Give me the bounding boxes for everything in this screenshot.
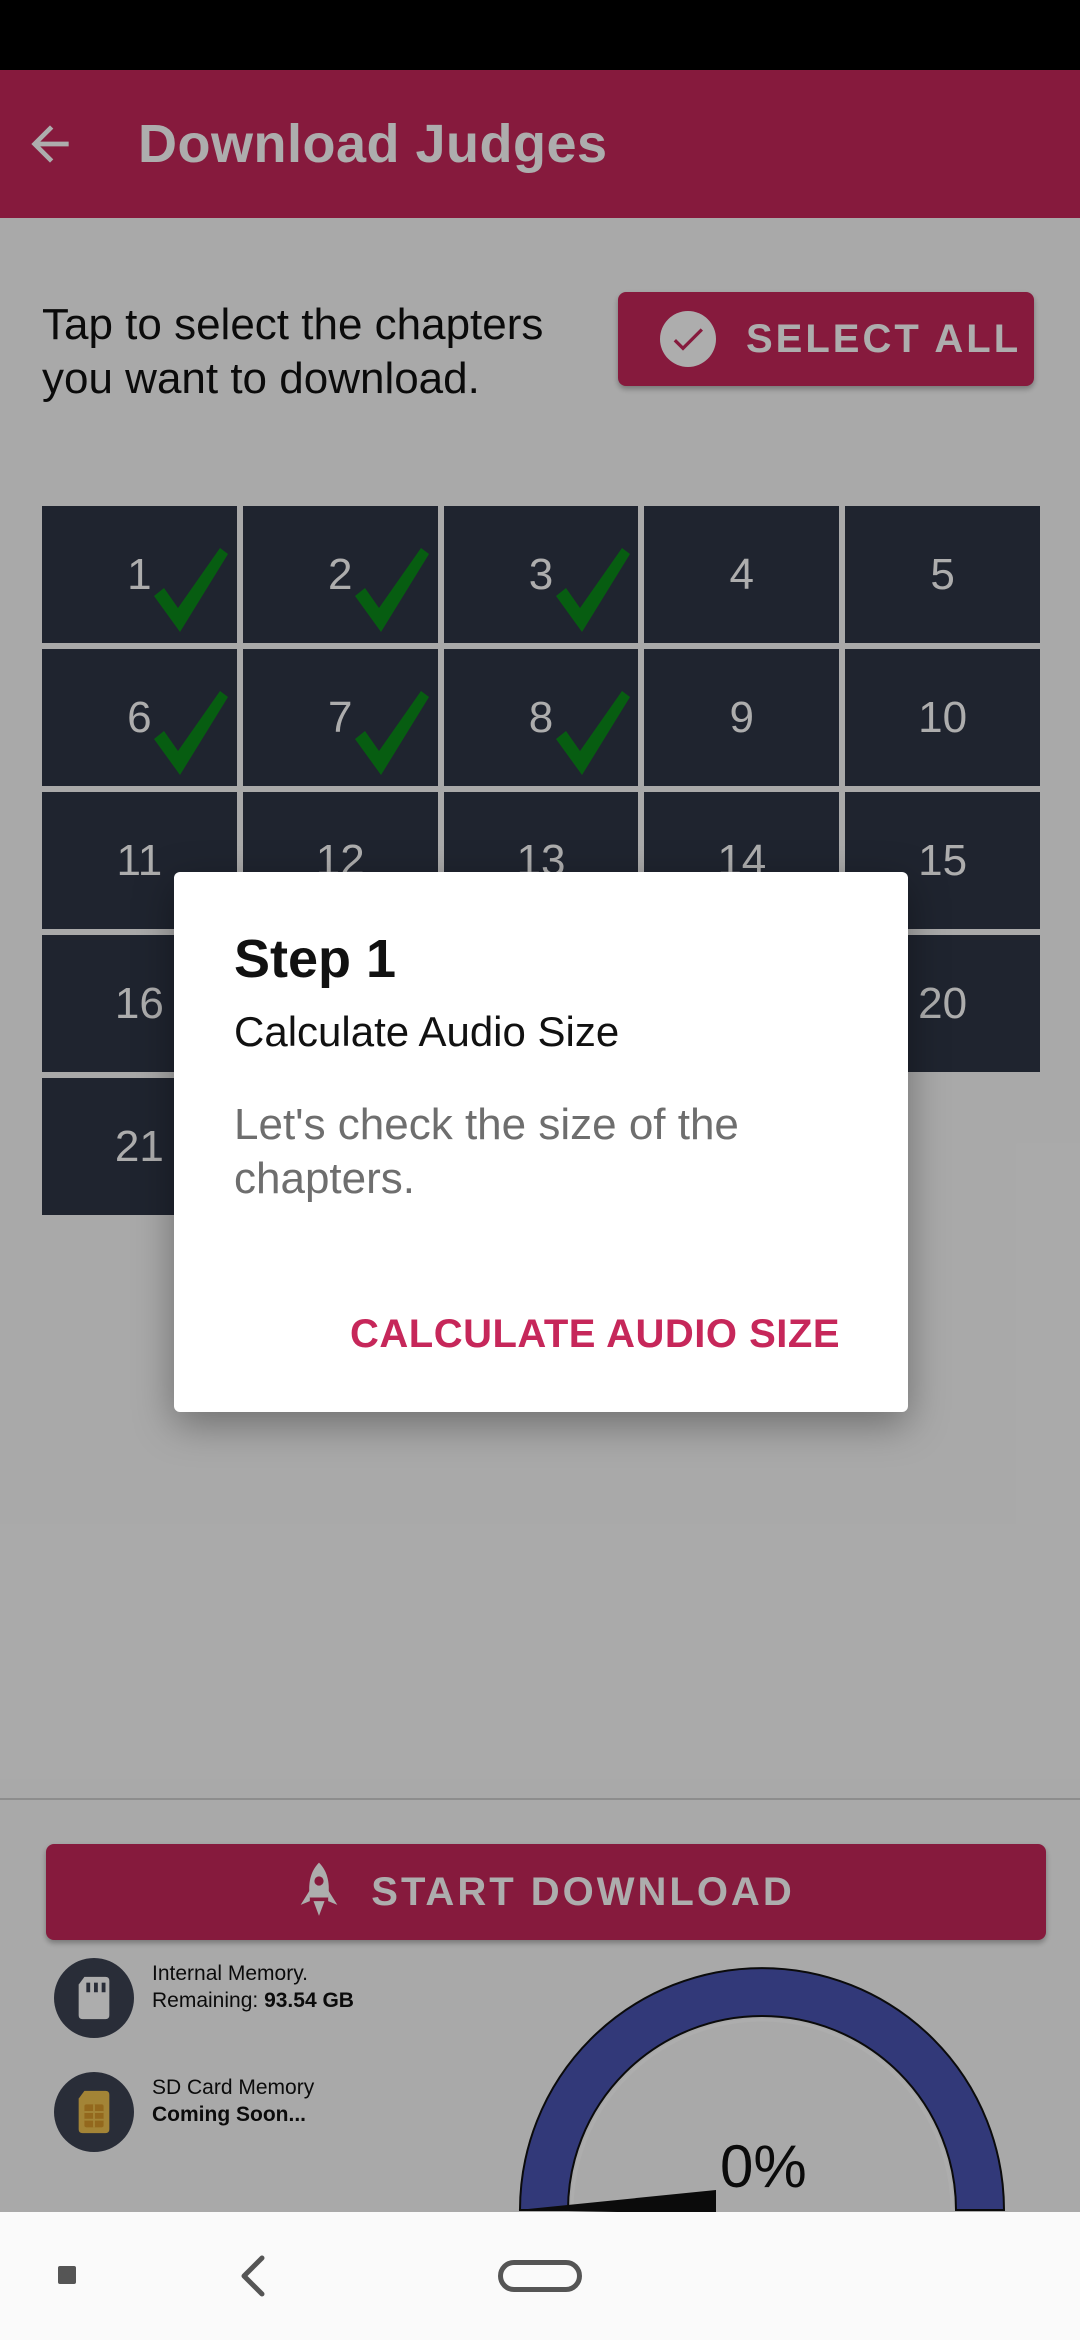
dialog-message: Let's check the size of the chapters.	[234, 1100, 739, 1203]
system-nav-bar	[0, 2212, 1080, 2340]
step-dialog: Step 1 Calculate Audio Size Let's check …	[174, 872, 908, 1412]
recents-icon[interactable]	[58, 2266, 76, 2284]
calculate-audio-size-button[interactable]: CALCULATE AUDIO SIZE	[350, 1312, 840, 1357]
nav-back-icon[interactable]	[234, 2252, 270, 2300]
home-icon[interactable]	[498, 2260, 582, 2292]
status-bar	[0, 0, 1080, 70]
dialog-subtitle: Calculate Audio Size	[234, 1008, 620, 1055]
dialog-title: Step 1	[234, 929, 397, 989]
